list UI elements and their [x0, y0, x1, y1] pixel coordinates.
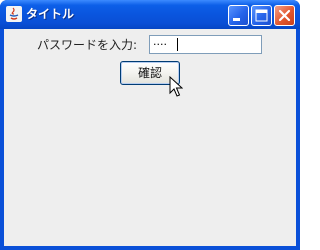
- java-app-icon[interactable]: [6, 6, 22, 22]
- app-window: タイトル パスワードを入力: ···· 確認: [0, 0, 300, 250]
- password-label: パスワードを入力:: [37, 38, 138, 52]
- title-bar[interactable]: タイトル: [0, 0, 300, 29]
- maximize-button[interactable]: [251, 5, 272, 26]
- close-icon: [278, 9, 291, 22]
- mouse-pointer-icon: [169, 76, 183, 97]
- password-field[interactable]: ····: [149, 35, 262, 54]
- content-panel: パスワードを入力: ···· 確認: [4, 29, 296, 246]
- close-button[interactable]: [274, 5, 295, 26]
- text-caret: [177, 38, 178, 51]
- password-masked-value: ····: [153, 38, 167, 51]
- minimize-button[interactable]: [228, 5, 249, 26]
- minimize-icon: [233, 18, 240, 21]
- maximize-icon: [255, 9, 268, 22]
- window-title: タイトル: [26, 7, 75, 21]
